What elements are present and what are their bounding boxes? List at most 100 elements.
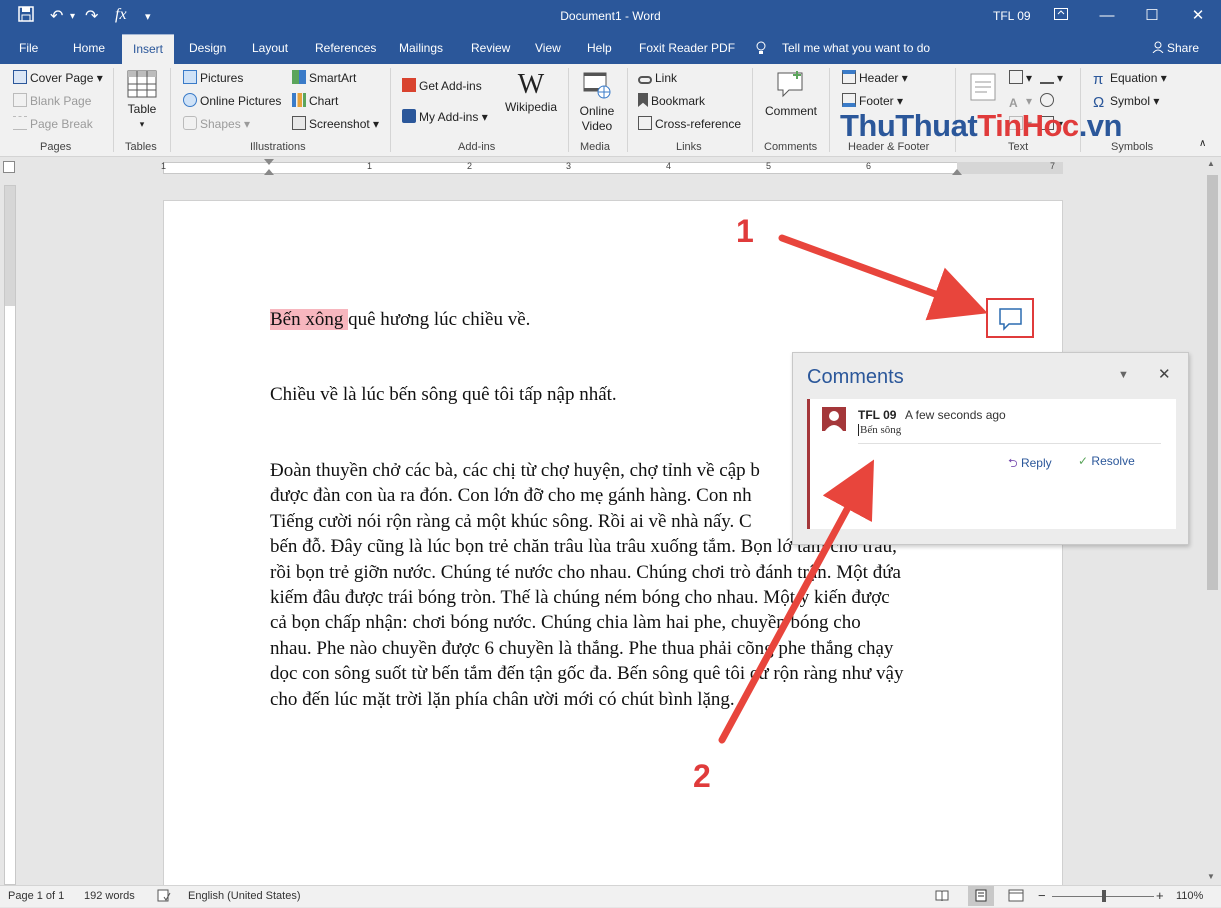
group-label-links: Links [676, 141, 702, 153]
scrollbar-thumb[interactable] [1207, 175, 1218, 590]
footer-button[interactable]: Footer ▾ [842, 93, 903, 109]
word-count[interactable]: 192 words [84, 890, 135, 902]
tab-selector-icon[interactable] [3, 161, 15, 173]
tab-view[interactable]: View [535, 41, 561, 55]
signature-line-button[interactable]: ▾ [1040, 70, 1063, 86]
zoom-level[interactable]: 110% [1176, 890, 1203, 902]
close-window-icon[interactable]: ✕ [1183, 4, 1213, 28]
body-line: rồi bọn trẻ giỡn nước. Chúng té nước cho… [270, 561, 901, 583]
my-addins-icon [402, 109, 416, 123]
tab-layout[interactable]: Layout [252, 41, 288, 55]
equation-button[interactable]: π Equation ▾ [1093, 70, 1167, 88]
reply-button[interactable]: ⮌ Reply [1008, 454, 1052, 475]
maximize-icon[interactable]: ☐ [1137, 4, 1167, 28]
hanging-indent-marker[interactable] [264, 169, 274, 175]
annotation-number-2: 2 [693, 758, 711, 794]
wikipedia-button[interactable]: W Wikipedia [503, 70, 559, 115]
new-comment-button[interactable]: Comment [760, 70, 822, 119]
share-button[interactable]: Share [1167, 41, 1199, 55]
body-line: cả bọn chấp nhận: chơi bóng nước. Chúng … [270, 612, 861, 634]
zoom-slider-thumb[interactable] [1102, 890, 1106, 902]
tab-insert[interactable]: Insert [122, 34, 175, 64]
pi-icon: π [1093, 71, 1104, 88]
pane-options-icon[interactable]: ▼ [1118, 369, 1129, 381]
tab-design[interactable]: Design [189, 41, 226, 55]
screenshot-button[interactable]: Screenshot ▾ [292, 116, 379, 132]
link-button[interactable]: Link [638, 70, 677, 86]
language[interactable]: English (United States) [188, 890, 301, 902]
ribbon-tabs: File Home Insert Design Layout Reference… [0, 34, 1221, 64]
tab-review[interactable]: Review [471, 41, 510, 55]
store-icon [402, 78, 416, 92]
ruler-number: 6 [866, 161, 872, 171]
smartart-button[interactable]: SmartArt [292, 70, 356, 86]
pictures-button[interactable]: Pictures [183, 70, 243, 86]
group-divider [390, 68, 391, 152]
zoom-out-icon[interactable]: − [1038, 888, 1046, 903]
read-mode-icon[interactable] [935, 889, 949, 905]
vertical-ruler[interactable] [4, 185, 16, 885]
header-button[interactable]: Header ▾ [842, 70, 908, 86]
comment-author: TFL 09 [858, 408, 897, 422]
collapse-ribbon-icon[interactable]: ∧ [1199, 136, 1206, 152]
document-page[interactable]: Bến xông quê hương lúc chiều về. Chiều v… [163, 200, 1063, 890]
shapes-icon [183, 116, 197, 130]
page-break-button[interactable]: Page Break [13, 116, 93, 132]
resolve-button[interactable]: ✓ Resolve [1078, 454, 1135, 468]
wordart-button[interactable]: A ▾ [1009, 93, 1032, 110]
proofing-icon[interactable] [157, 889, 171, 905]
document-title: Document1 - Word [560, 9, 661, 23]
tell-me-search[interactable]: Tell me what you want to do [782, 41, 930, 55]
tab-mailings[interactable]: Mailings [399, 41, 443, 55]
tab-file[interactable]: File [19, 41, 38, 55]
minimize-icon[interactable]: — [1092, 4, 1122, 28]
print-layout-icon[interactable] [968, 886, 994, 906]
blank-page-button[interactable]: Blank Page [13, 93, 91, 109]
bookmark-button[interactable]: Bookmark [638, 93, 705, 109]
lightbulb-icon [755, 41, 767, 58]
cross-reference-button[interactable]: Cross-reference [638, 116, 741, 132]
comment-marker[interactable] [986, 298, 1034, 338]
date-time-button[interactable] [1040, 93, 1057, 109]
scroll-up-icon[interactable]: ▲ [1207, 159, 1215, 168]
ruler-track [163, 162, 1063, 174]
paragraph-intro[interactable]: Chiều về là lúc bến sông quê tôi tấp nập… [270, 382, 617, 407]
text-box-icon [970, 73, 996, 101]
group-divider [113, 68, 114, 152]
comment-card[interactable]: TFL 09 A few seconds ago Bến sông ⮌ Repl… [807, 399, 1176, 529]
user-name[interactable]: TFL 09 [993, 9, 1031, 23]
chart-icon [292, 93, 306, 107]
text-box-button[interactable] [966, 72, 1000, 106]
share-icon[interactable] [1152, 41, 1164, 56]
tab-help[interactable]: Help [587, 41, 612, 55]
comment-text[interactable]: Bến sông [858, 424, 901, 436]
tab-foxit-reader-pdf[interactable]: Foxit Reader PDF [639, 41, 735, 55]
commented-text-highlight[interactable]: Bến xông [270, 309, 349, 330]
page-count[interactable]: Page 1 of 1 [8, 890, 64, 902]
vertical-scrollbar[interactable]: ▲ ▼ [1204, 157, 1221, 885]
cover-page-button[interactable]: Cover Page ▾ [13, 70, 103, 86]
table-button[interactable]: Table ▾ [124, 70, 160, 132]
scroll-down-icon[interactable]: ▼ [1207, 872, 1215, 881]
get-addins-button[interactable]: Get Add-ins [402, 78, 482, 94]
horizontal-ruler[interactable]: 1 1 2 3 4 5 6 7 [0, 157, 1221, 179]
group-divider [170, 68, 171, 152]
web-layout-icon[interactable] [1008, 889, 1024, 905]
shapes-button[interactable]: Shapes ▾ [183, 116, 250, 132]
close-pane-icon[interactable]: ✕ [1158, 365, 1171, 383]
quick-parts-button[interactable]: ▾ [1009, 70, 1032, 86]
paragraph-title[interactable]: Bến xông quê hương lúc chiều về. [270, 307, 530, 332]
tab-references[interactable]: References [315, 41, 376, 55]
my-addins-button[interactable]: My Add-ins ▾ [402, 109, 488, 125]
right-indent-marker[interactable] [952, 169, 962, 175]
chart-button[interactable]: Chart [292, 93, 338, 109]
first-line-indent-marker[interactable] [264, 159, 274, 165]
online-video-button[interactable]: Online Video [575, 70, 619, 134]
comments-pane-title: Comments [807, 366, 904, 388]
symbol-button[interactable]: Ω Symbol ▾ [1093, 93, 1159, 111]
online-pictures-button[interactable]: Online Pictures [183, 93, 281, 109]
zoom-in-icon[interactable]: + [1156, 888, 1164, 903]
tab-home[interactable]: Home [73, 41, 105, 55]
ribbon-display-options-icon[interactable] [1046, 4, 1076, 28]
group-label-pages: Pages [40, 141, 72, 153]
